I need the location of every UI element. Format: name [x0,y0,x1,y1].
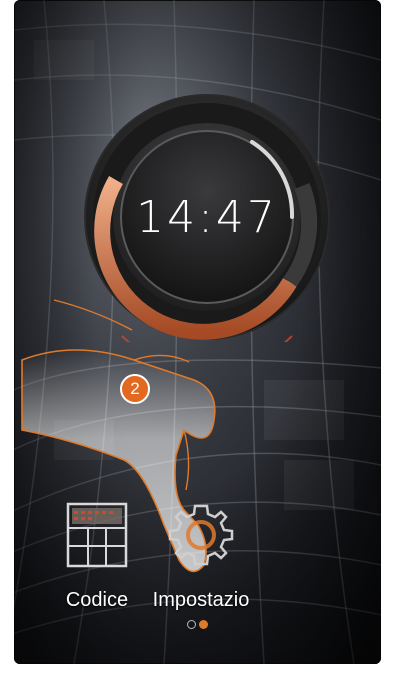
app-impostazioni-label: Impostazio [152,589,250,611]
gear-icon [168,504,234,566]
device-screen: 14:47 2 Codice Impostazio [14,0,381,664]
step-number-badge: 2 [120,374,150,404]
page-dot-1[interactable] [187,620,196,629]
app-codice[interactable]: Codice [42,500,152,612]
app-codice-label: Codice [65,589,129,611]
page-indicator [14,620,381,629]
page-dot-2[interactable] [199,620,208,629]
app-impostazioni[interactable]: Impostazio [146,500,256,612]
keypad-icon [66,502,128,568]
